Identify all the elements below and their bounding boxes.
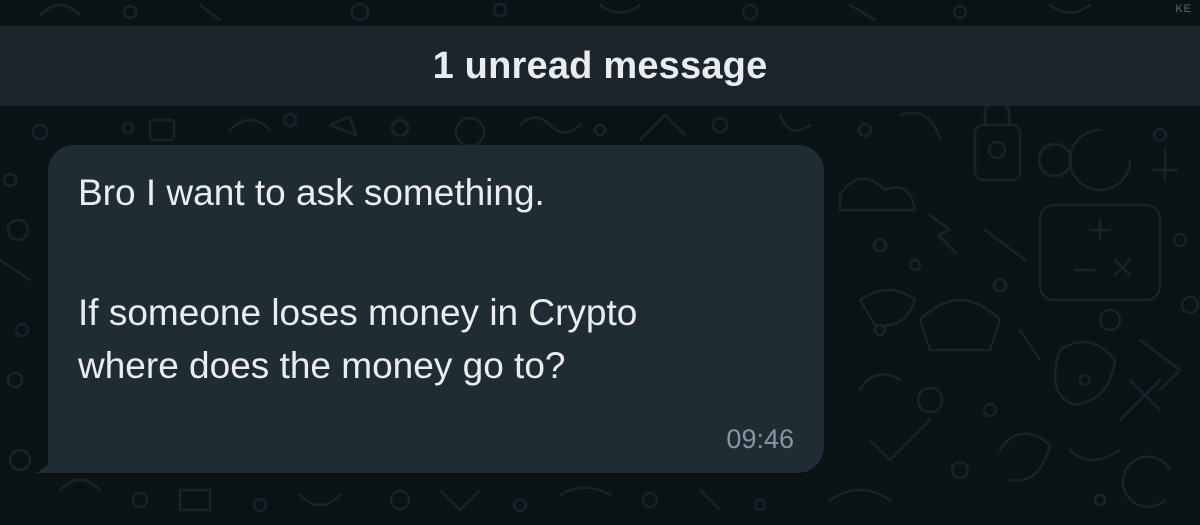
watermark: KE <box>1175 3 1192 15</box>
message-text-line: If someone loses money in Crypto <box>78 292 638 333</box>
chat-background: KE 1 unread message Bro I want to ask so… <box>0 0 1200 525</box>
message-timestamp: 09:46 <box>726 424 794 454</box>
incoming-message-bubble[interactable]: Bro I want to ask something. If someone … <box>36 145 824 473</box>
unread-count-label: 1 unread message <box>432 44 768 87</box>
message-text-line: where does the money go to? <box>78 345 566 386</box>
bubble-tail <box>36 445 70 473</box>
message-text-line: Bro I want to ask something. <box>78 172 545 213</box>
unread-messages-banner: 1 unread message <box>0 26 1200 106</box>
